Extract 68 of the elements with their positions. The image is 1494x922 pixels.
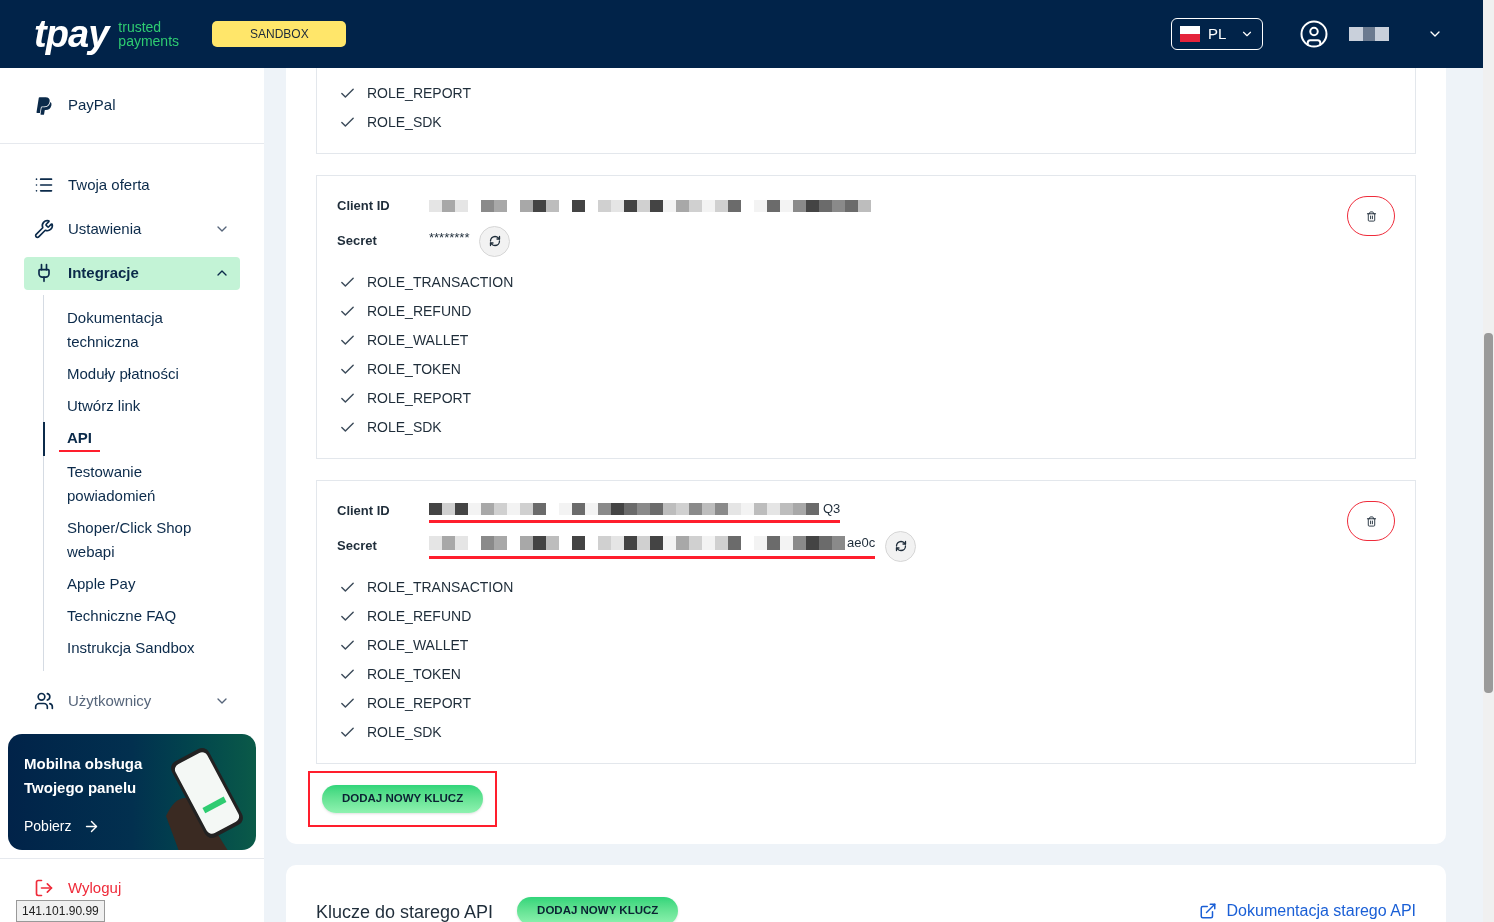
flag-icon <box>1180 26 1200 42</box>
scrollbar-thumb[interactable] <box>1484 333 1493 693</box>
logo-text: tpay <box>34 15 109 53</box>
role-label: ROLE_REFUND <box>367 302 472 321</box>
add-key-button[interactable]: DODAJ NOWY KLUCZ <box>322 785 484 813</box>
secret-value: ******** <box>429 229 470 248</box>
role-label: ROLE_REFUND <box>367 607 472 626</box>
payment-logo-icon <box>34 95 54 116</box>
sidebar-item-label: Twoja oferta <box>68 174 150 195</box>
ip-address-tooltip: 141.101.90.99 <box>16 900 105 922</box>
submenu-link[interactable]: API <box>59 426 100 452</box>
sidebar-item[interactable]: Integracje <box>24 256 240 290</box>
add-old-key-button[interactable]: DODAJ NOWY KLUCZ <box>517 897 679 922</box>
regenerate-secret-button[interactable] <box>479 225 511 257</box>
logout-link[interactable]: Wyloguj <box>68 877 122 900</box>
field-label: Secret <box>337 232 378 251</box>
sidebar-item[interactable]: Użytkownicy <box>24 684 240 718</box>
role-label: ROLE_SDK <box>367 723 442 742</box>
trash-icon <box>1365 515 1377 527</box>
environment-badge: SANDBOX <box>212 21 347 47</box>
role-label: ROLE_TOKEN <box>367 665 461 684</box>
secret-value: ae0c <box>847 533 876 552</box>
sidebar-item[interactable]: PayPal <box>68 94 116 117</box>
regenerate-secret-button[interactable] <box>885 530 917 562</box>
sidebar-item-label: Ustawienia <box>68 218 142 239</box>
submenu-link[interactable]: Testowanie powiadomień <box>67 460 227 508</box>
logout-icon <box>34 878 54 899</box>
external-link-icon <box>1198 902 1217 920</box>
role-label: ROLE_REPORT <box>367 694 471 713</box>
role-label: ROLE_TOKEN <box>367 360 461 379</box>
submenu-link[interactable]: Instrukcja Sandbox <box>67 636 227 660</box>
submenu-link[interactable]: Utwórz link <box>67 394 227 418</box>
promo-title: Mobilna obsługa Twojego panelu <box>24 754 144 798</box>
users-icon <box>34 691 54 711</box>
role-label: ROLE_SDK <box>367 113 442 132</box>
sidebar-item-label: Integracje <box>68 262 139 283</box>
submenu-link[interactable]: Techniczne FAQ <box>67 604 227 628</box>
pixelated-redaction-drawing <box>1349 27 1389 41</box>
promo-card[interactable]: Mobilna obsługa Twojego panelu Pobierz <box>8 734 256 850</box>
submenu-link[interactable]: Shoper/Click Shop webapi <box>67 516 227 564</box>
refresh-icon <box>894 540 907 552</box>
language-selector[interactable]: PL <box>1171 18 1263 50</box>
field-label: Client ID <box>337 197 391 216</box>
trash-icon <box>1365 210 1377 222</box>
wrench-icon <box>34 219 54 239</box>
role-label: ROLE_TRANSACTION <box>367 578 514 597</box>
submenu-link[interactable]: Apple Pay <box>67 572 227 596</box>
role-label: ROLE_REPORT <box>367 389 471 408</box>
submenu-link[interactable]: Moduły płatności <box>67 362 227 386</box>
sidebar-item-label: Użytkownicy <box>68 690 152 711</box>
refresh-icon <box>489 235 501 247</box>
role-label: ROLE_REPORT <box>367 84 471 103</box>
field-label: Secret <box>337 537 378 556</box>
sidebar-item[interactable]: Twoja oferta <box>24 168 240 202</box>
section-title: Klucze do starego API <box>316 901 494 922</box>
role-label: ROLE_TRANSACTION <box>367 273 514 292</box>
logo-tagline: trusted payments <box>118 20 181 48</box>
role-label: ROLE_WALLET <box>367 636 469 655</box>
field-label: Client ID <box>337 502 391 521</box>
client-id-value: Q3 <box>823 499 841 518</box>
submenu-link[interactable]: Dokumentacja techniczna <box>67 306 227 354</box>
documentation-link[interactable]: Dokumentacja starego API <box>1226 899 1416 922</box>
list-icon <box>34 175 54 195</box>
user-avatar-icon[interactable] <box>1299 19 1329 49</box>
promo-link[interactable]: Pobierz <box>24 816 72 837</box>
role-label: ROLE_WALLET <box>367 331 469 350</box>
role-label: ROLE_SDK <box>367 418 442 437</box>
sidebar-item[interactable]: Ustawienia <box>24 212 240 246</box>
